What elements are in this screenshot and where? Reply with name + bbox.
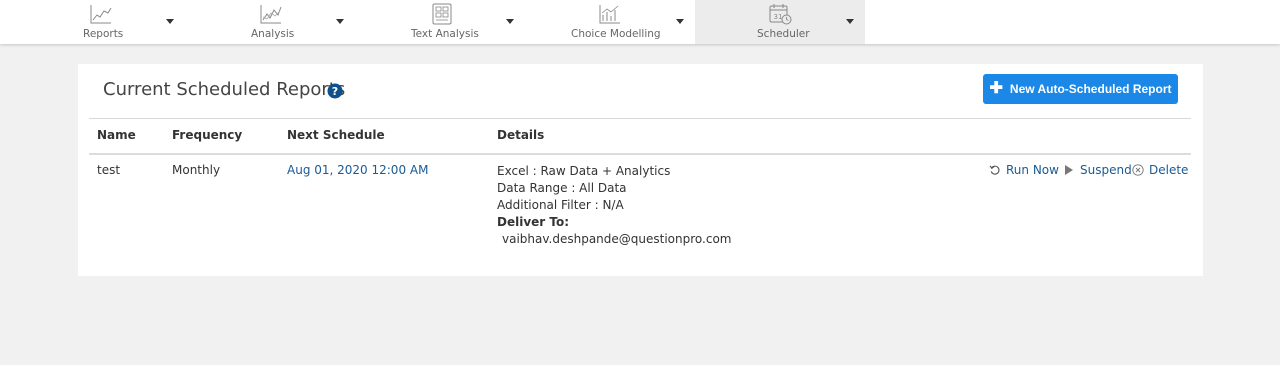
chevron-down-icon[interactable] xyxy=(506,19,514,24)
tab-choice-modelling-label: Choice Modelling xyxy=(571,28,661,40)
row-details: Excel : Raw Data + Analytics Data Range … xyxy=(497,163,732,248)
calendar-day-text: 31 xyxy=(774,13,783,21)
tab-scheduler[interactable]: 31 Scheduler xyxy=(695,0,865,44)
scheduled-reports-card: Current Scheduled Reports ? ✚ New Auto-S… xyxy=(78,64,1203,276)
play-icon xyxy=(1065,165,1073,175)
tab-text-analysis-label: Text Analysis xyxy=(411,28,479,40)
tab-scheduler-label: Scheduler xyxy=(757,28,810,40)
column-header-next-schedule: Next Schedule xyxy=(287,128,385,142)
tab-analysis[interactable]: Analysis xyxy=(185,0,355,44)
details-deliver-label: Deliver To: xyxy=(497,215,570,229)
tab-text-analysis[interactable]: Text Analysis xyxy=(355,0,525,44)
svg-text:?: ? xyxy=(332,85,338,98)
tab-choice-modelling[interactable]: Choice Modelling xyxy=(525,0,695,44)
chevron-down-icon[interactable] xyxy=(336,19,344,24)
help-icon[interactable]: ? xyxy=(327,83,343,99)
run-now-action[interactable]: Run Now xyxy=(989,163,1059,177)
row-next-schedule: Aug 01, 2020 12:00 AM xyxy=(287,163,429,177)
chevron-down-icon[interactable] xyxy=(676,19,684,24)
delete-action[interactable]: Delete xyxy=(1132,163,1188,177)
close-circle-icon xyxy=(1132,164,1144,176)
tab-reports-label: Reports xyxy=(83,28,124,40)
tab-reports[interactable]: Reports xyxy=(15,0,185,44)
line-chart-icon xyxy=(90,5,112,24)
tab-analysis-label: Analysis xyxy=(251,28,295,40)
run-now-label: Run Now xyxy=(1006,163,1059,177)
top-navigation: Reports Analysis Text Analysis Choice Mo… xyxy=(0,0,1280,44)
details-export: Excel : Raw Data + Analytics xyxy=(497,164,671,178)
divider xyxy=(89,118,1191,119)
suspend-action[interactable]: Suspend xyxy=(1063,163,1132,177)
suspend-label: Suspend xyxy=(1080,163,1132,177)
calendar-clock-icon: 31 xyxy=(769,4,792,25)
details-filter: Additional Filter : N/A xyxy=(497,198,624,212)
chevron-down-icon[interactable] xyxy=(166,19,174,24)
delete-label: Delete xyxy=(1149,163,1189,177)
column-header-name: Name xyxy=(97,128,136,142)
new-button-label: New Auto-Scheduled Report xyxy=(1009,82,1172,96)
column-header-details: Details xyxy=(497,128,545,142)
details-data-range: Data Range : All Data xyxy=(497,181,627,195)
plus-icon: ✚ xyxy=(989,80,1003,97)
analysis-chart-icon xyxy=(260,5,282,24)
new-auto-scheduled-report-button[interactable]: ✚ New Auto-Scheduled Report xyxy=(983,74,1178,104)
header-divider xyxy=(89,153,1191,155)
row-frequency: Monthly xyxy=(172,163,221,177)
chevron-down-icon[interactable] xyxy=(846,19,854,24)
refresh-icon xyxy=(989,165,1000,175)
page-title: Current Scheduled Reports xyxy=(103,79,346,100)
text-analysis-icon xyxy=(432,3,452,25)
details-deliver-email: vaibhav.deshpande@questionpro.com xyxy=(502,232,732,246)
choice-chart-icon xyxy=(599,5,620,24)
column-header-frequency: Frequency xyxy=(172,128,243,142)
row-name: test xyxy=(97,163,121,177)
